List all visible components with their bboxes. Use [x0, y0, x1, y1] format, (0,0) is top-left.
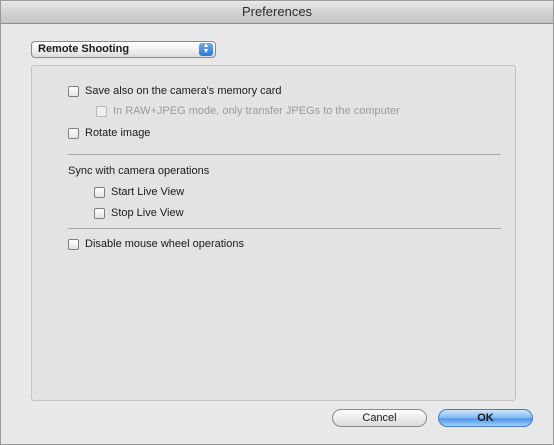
popup-arrows-icon: ▲ ▼	[199, 42, 213, 56]
cancel-button[interactable]: Cancel	[332, 409, 427, 427]
rotate-image-checkbox[interactable]	[68, 127, 79, 139]
window-title: Preferences	[1, 1, 553, 24]
start-live-view-option[interactable]: Start Live View	[94, 184, 184, 200]
stop-live-view-option[interactable]: Stop Live View	[94, 205, 184, 221]
raw-jpeg-transfer-option: In RAW+JPEG mode, only transfer JPEGs to…	[96, 103, 400, 119]
sync-heading-label: Sync with camera operations	[68, 165, 210, 177]
sync-heading: Sync with camera operations	[68, 163, 209, 179]
rotate-image-option[interactable]: Rotate image	[68, 125, 150, 141]
stop-live-view-label: Stop Live View	[111, 207, 184, 219]
separator	[68, 228, 501, 229]
save-memory-card-checkbox[interactable]	[68, 85, 79, 97]
raw-jpeg-transfer-checkbox	[96, 105, 107, 117]
start-live-view-checkbox[interactable]	[94, 186, 105, 198]
settings-panel: Save also on the camera's memory card In…	[31, 65, 516, 401]
category-popup-label: Remote Shooting	[38, 43, 130, 55]
preferences-window: Preferences Remote Shooting ▲ ▼ Save also…	[0, 0, 554, 445]
raw-jpeg-transfer-label: In RAW+JPEG mode, only transfer JPEGs to…	[113, 105, 400, 117]
start-live-view-label: Start Live View	[111, 186, 185, 198]
separator	[68, 154, 501, 155]
disable-mouse-wheel-checkbox[interactable]	[68, 238, 79, 250]
disable-mouse-wheel-option[interactable]: Disable mouse wheel operations	[68, 236, 244, 252]
save-memory-card-label: Save also on the camera's memory card	[85, 85, 282, 97]
category-popup[interactable]: Remote Shooting ▲ ▼	[31, 41, 216, 58]
rotate-image-label: Rotate image	[85, 127, 151, 139]
save-memory-card-option[interactable]: Save also on the camera's memory card	[68, 83, 282, 99]
disable-mouse-wheel-label: Disable mouse wheel operations	[85, 238, 244, 250]
ok-button[interactable]: OK	[438, 409, 533, 427]
stop-live-view-checkbox[interactable]	[94, 207, 105, 219]
